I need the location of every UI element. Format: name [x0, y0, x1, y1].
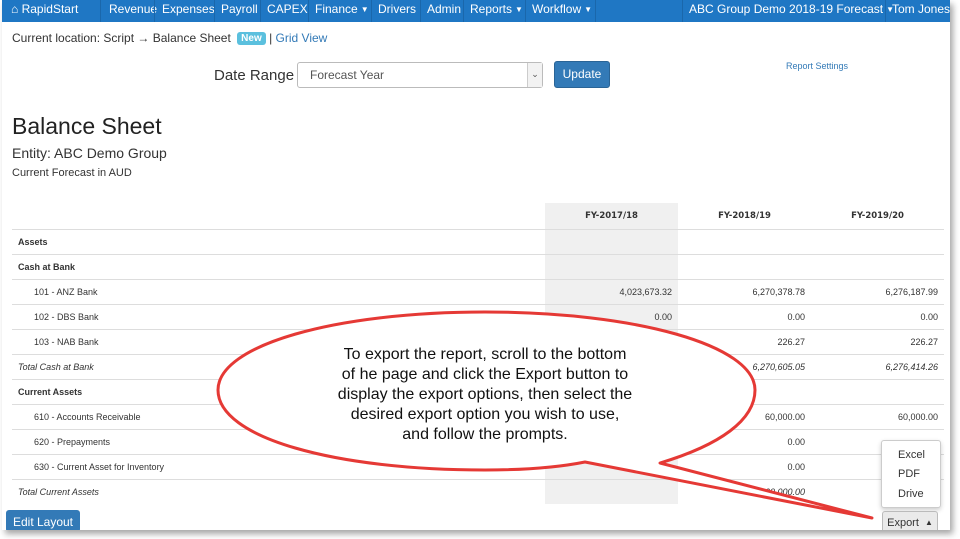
- caret-down-icon: ▼: [360, 5, 369, 14]
- nav-capex[interactable]: CAPEX: [260, 0, 315, 22]
- caret-down-icon: ▼: [515, 5, 523, 14]
- report-subtitle: Current Forecast in AUD: [12, 167, 132, 179]
- home-icon: ⌂: [11, 2, 19, 16]
- callout-line: desired export option you wish to use,: [350, 406, 620, 423]
- brand-label: RapidStart: [21, 2, 79, 16]
- export-button[interactable]: Export ▲: [882, 511, 938, 530]
- value-cell: 60,000.00: [764, 487, 805, 497]
- column-header: FY-2018/19: [718, 211, 771, 221]
- table-row: Assets: [12, 229, 944, 254]
- value-cell: 0.00: [787, 437, 805, 447]
- export-option-excel[interactable]: Excel: [898, 447, 925, 463]
- grid-view-link[interactable]: Grid View: [276, 31, 328, 45]
- value-cell: 0.00: [654, 312, 672, 322]
- value-cell: 6,276,187.99: [885, 287, 938, 297]
- user-menu-dropdown[interactable]: Tom Jones▼: [885, 0, 950, 22]
- callout-line: and follow the prompts.: [402, 426, 568, 443]
- export-option-drive[interactable]: Drive: [898, 486, 924, 502]
- new-badge: New: [237, 32, 266, 45]
- brand-home-link[interactable]: ⌂ RapidStart: [4, 0, 85, 22]
- export-button-label: Export: [887, 517, 919, 529]
- value-cell: 60,000.00: [764, 412, 805, 422]
- value-cell: 6,276,414.26: [885, 362, 938, 372]
- callout-line: display the export options, then select …: [337, 386, 633, 403]
- page-title: Balance Sheet: [12, 113, 162, 139]
- row-label: Current Assets: [18, 387, 83, 397]
- caret-up-icon: ▲: [924, 518, 933, 527]
- breadcrumb-prefix: Current location: Script: [12, 31, 135, 45]
- date-range-select[interactable]: Forecast Year ⌄: [297, 62, 543, 88]
- chevron-down-icon: ⌄: [527, 63, 542, 87]
- value-cell: [811, 230, 944, 255]
- row-label: 620 - Prepayments: [34, 437, 111, 447]
- value-cell: [545, 455, 678, 480]
- edit-layout-button[interactable]: Edit Layout: [6, 510, 80, 530]
- value-cell: 226.27: [910, 337, 938, 347]
- row-label: 103 - NAB Bank: [34, 337, 99, 347]
- value-cell: 6,270,378.78: [752, 287, 805, 297]
- value-cell: [678, 380, 811, 405]
- column-header: FY-2019/20: [851, 211, 904, 221]
- table-row: Total Current Assets 60,000.00: [12, 479, 944, 504]
- export-dropdown-menu: Excel PDF Drive: [881, 440, 941, 508]
- value-cell: [678, 255, 811, 280]
- date-range-value: Forecast Year: [310, 68, 385, 82]
- callout-line: To export the report, scroll to the bott…: [343, 346, 627, 363]
- caret-down-icon: ▼: [584, 5, 593, 14]
- breadcrumb: Current location: Script → Balance Sheet…: [12, 31, 327, 45]
- scenario-dropdown[interactable]: ABC Group Demo 2018-19 Forecast ▼: [682, 0, 901, 22]
- entity-label: Entity: ABC Demo Group: [12, 145, 167, 161]
- date-range-label: Date Range: [214, 67, 295, 84]
- nav-reports-dropdown[interactable]: Reports ▼: [463, 0, 530, 22]
- table-row: 101 - ANZ Bank 4,023,673.32 6,270,378.78 6,…: [12, 279, 944, 304]
- column-header: FY-2017/18: [545, 203, 678, 229]
- update-button[interactable]: Update: [554, 61, 610, 88]
- value-cell: 0.00: [787, 312, 805, 322]
- nav-divider: [595, 0, 596, 22]
- value-cell: [545, 480, 678, 505]
- value-cell: 60,000.00: [897, 412, 938, 422]
- row-label: 102 - DBS Bank: [34, 312, 99, 322]
- nav-finance-dropdown[interactable]: Finance ▼: [308, 0, 376, 22]
- nav-workflow-dropdown[interactable]: Workflow ▼: [525, 0, 599, 22]
- nav-expenses[interactable]: Expenses: [155, 0, 222, 22]
- nav-drivers[interactable]: Drivers: [371, 0, 423, 22]
- arrow-right-icon: →: [137, 31, 150, 45]
- value-cell: 4,023,673.32: [619, 287, 672, 297]
- export-option-pdf[interactable]: PDF: [898, 466, 920, 482]
- value-cell: 6,270,605.05: [752, 362, 805, 372]
- report-settings-link[interactable]: Report Settings: [786, 61, 848, 71]
- app-window: ⌂ RapidStart Revenue Expenses Payroll CA…: [2, 0, 950, 530]
- nav-admin[interactable]: Admin: [420, 0, 468, 22]
- value-cell: [545, 230, 678, 255]
- value-cell: 0.00: [787, 462, 805, 472]
- table-header: FY-2017/18 FY-2018/19 FY-2019/20: [12, 203, 944, 229]
- row-label: Total Cash at Bank: [18, 362, 94, 372]
- row-label: 101 - ANZ Bank: [34, 287, 98, 297]
- callout-line: of he page and click the Export button t…: [341, 366, 629, 383]
- row-label: Total Current Assets: [18, 487, 99, 497]
- breadcrumb-separator: |: [269, 31, 273, 45]
- value-cell: [678, 230, 811, 255]
- row-label: 610 - Accounts Receivable: [34, 412, 141, 422]
- table-row: Cash at Bank: [12, 254, 944, 279]
- value-cell: 0.00: [920, 312, 938, 322]
- value-cell: [545, 255, 678, 280]
- nav-divider: [100, 0, 101, 22]
- table-row: 630 - Current Asset for Inventory 0.00: [12, 454, 944, 479]
- row-label: Assets: [18, 237, 48, 247]
- row-label: 630 - Current Asset for Inventory: [34, 462, 165, 472]
- row-label: Cash at Bank: [18, 262, 76, 272]
- breadcrumb-current: Balance Sheet: [152, 31, 231, 45]
- value-cell: [811, 380, 944, 405]
- value-cell: 226.27: [777, 337, 805, 347]
- nav-payroll[interactable]: Payroll: [214, 0, 265, 22]
- top-navbar: ⌂ RapidStart Revenue Expenses Payroll CA…: [2, 0, 950, 22]
- value-cell: [811, 255, 944, 280]
- table-row: 102 - DBS Bank 0.00 0.00 0.00: [12, 304, 944, 329]
- callout-text: To export the report, scroll to the bott…: [300, 345, 670, 445]
